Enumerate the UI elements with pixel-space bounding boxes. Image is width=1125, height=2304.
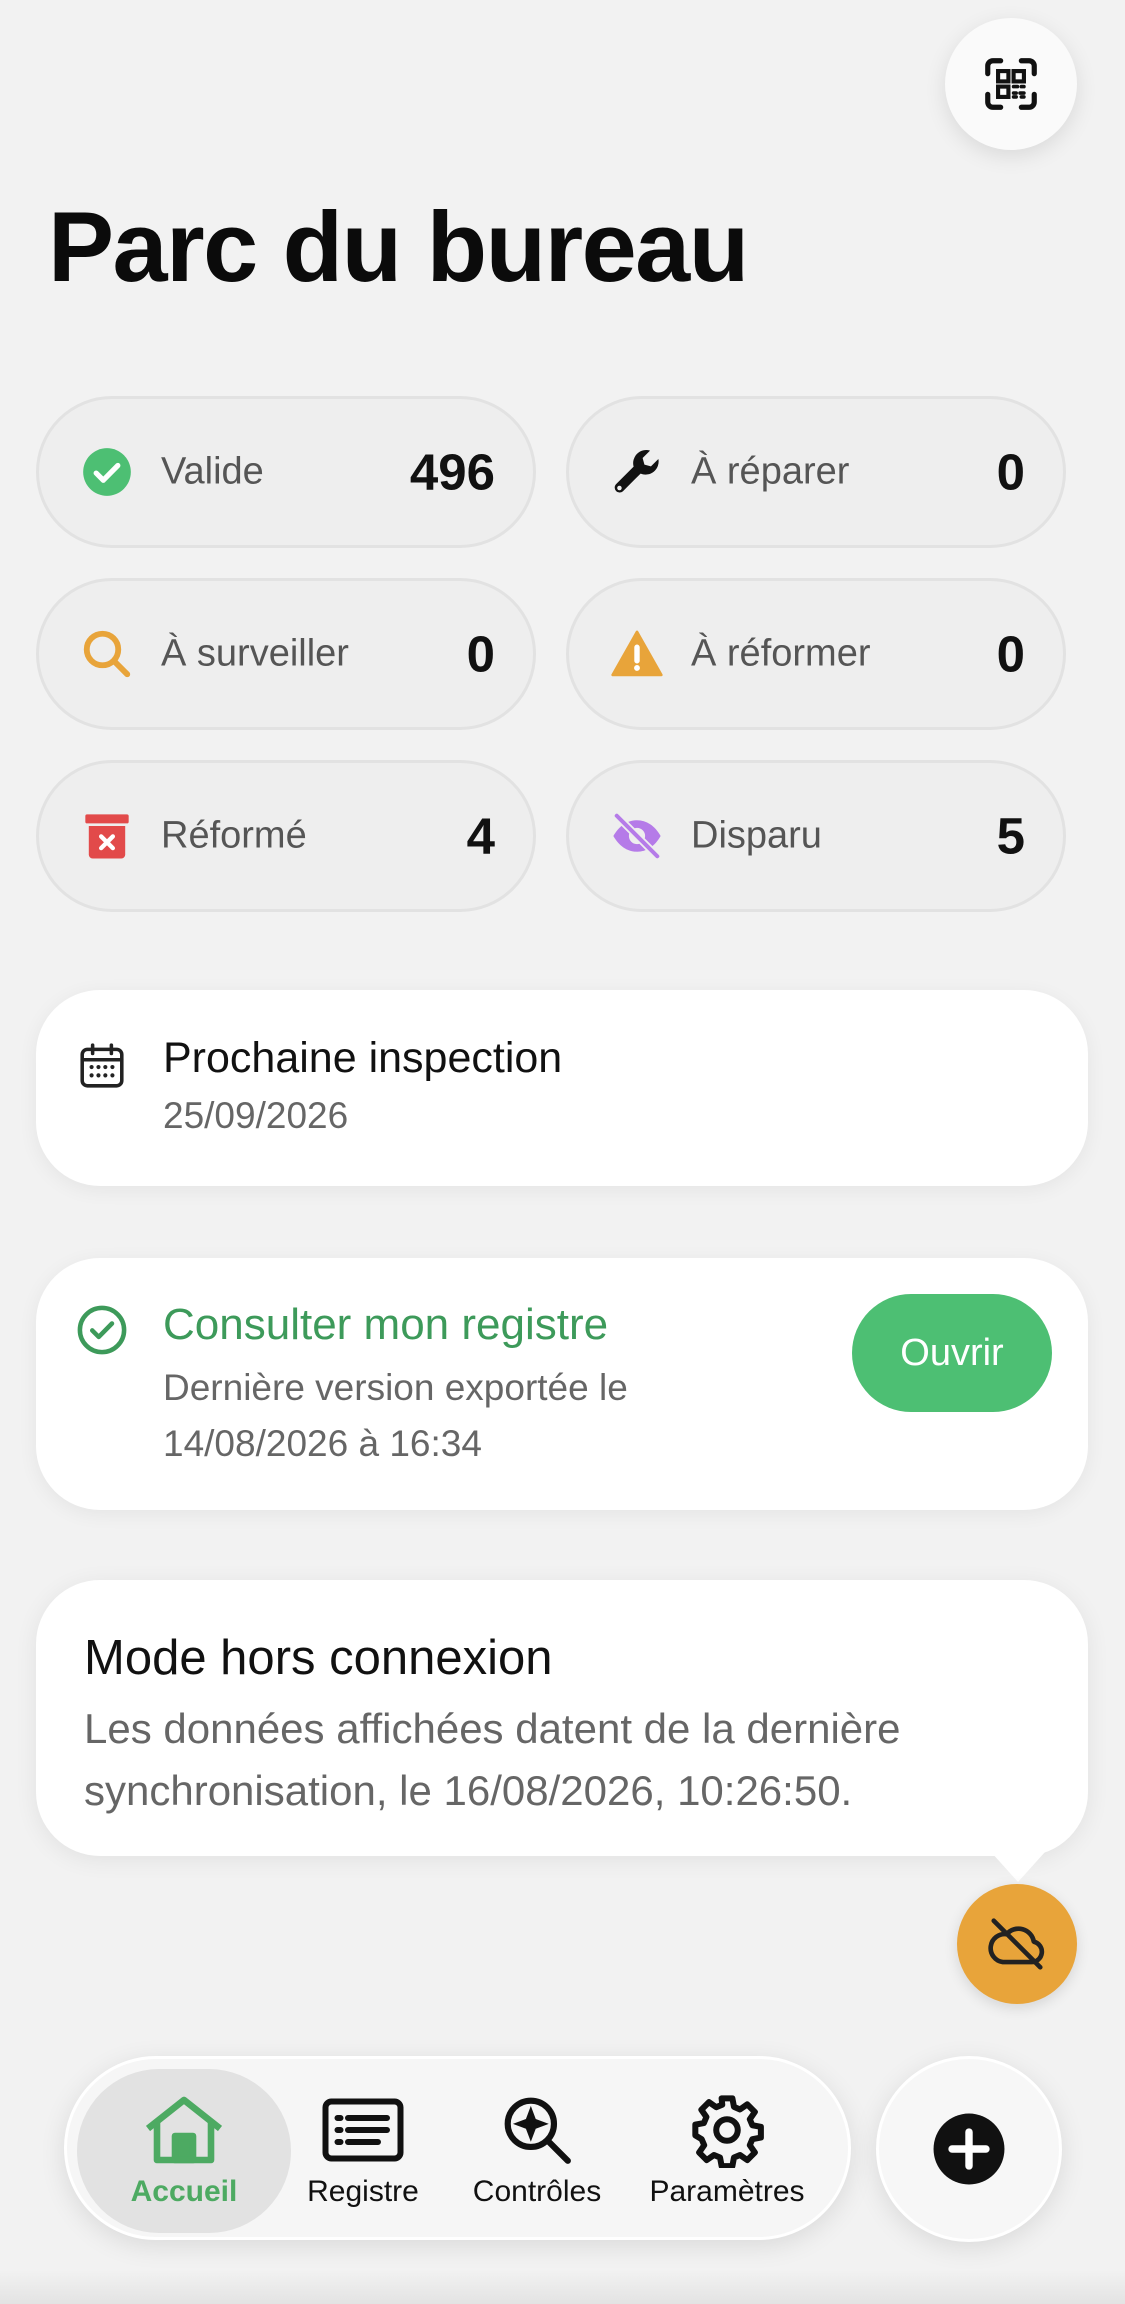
search-icon [79, 626, 135, 682]
add-button[interactable] [876, 2056, 1062, 2242]
stat-value: 5 [996, 807, 1025, 865]
next-inspection-card[interactable]: Prochaine inspection 25/09/2026 [36, 990, 1088, 1186]
stat-a-reparer[interactable]: À réparer 0 [566, 396, 1066, 548]
offline-title: Mode hors connexion [84, 1631, 553, 1685]
tab-label: Contrôles [472, 2175, 602, 2208]
registre-card: Consulter mon registre Dernière version … [36, 1258, 1088, 1510]
stat-a-reformer[interactable]: À réformer 0 [566, 578, 1066, 730]
stat-label: À surveiller [161, 632, 349, 675]
offline-message-line1: Les données affichées datent de la derni… [84, 1705, 901, 1752]
tab-label: Accueil [130, 2175, 238, 2208]
page-title: Parc du bureau [48, 191, 749, 302]
stat-value: 0 [996, 625, 1025, 683]
warning-icon [609, 626, 665, 682]
offline-message-line2: synchronisation, le 16/08/2026, 10:26:50… [84, 1767, 853, 1814]
calendar-icon [74, 1038, 130, 1094]
inspection-date: 25/09/2026 [163, 1095, 349, 1136]
tab-accueil[interactable]: Accueil [77, 2069, 291, 2233]
qr-code-icon [985, 58, 1037, 110]
offline-message: Les données affichées datent de la derni… [84, 1698, 1064, 1822]
stat-value: 496 [409, 443, 495, 501]
check-circle-outline-icon [74, 1302, 130, 1358]
stat-label: À réparer [691, 450, 850, 493]
stat-label: À réformer [691, 632, 871, 675]
stat-label: Réformé [161, 814, 307, 857]
offline-tooltip-arrow [991, 1852, 1045, 1882]
registre-subtitle-line2: 14/08/2026 à 16:34 [163, 1423, 482, 1464]
inspection-title: Prochaine inspection [163, 1034, 563, 1082]
qr-scan-button[interactable] [945, 18, 1077, 150]
registre-subtitle-line1: Dernière version exportée le [163, 1367, 628, 1408]
stat-value: 4 [466, 807, 495, 865]
open-registre-button[interactable]: Ouvrir [852, 1294, 1052, 1412]
home-icon [141, 2093, 227, 2167]
offline-status-button[interactable] [957, 1884, 1077, 2004]
stat-reforme[interactable]: Réformé 4 [36, 760, 536, 912]
list-card-icon [320, 2093, 406, 2167]
check-circle-icon [79, 444, 135, 500]
bottom-edge [0, 2270, 1125, 2304]
eye-off-icon [609, 808, 665, 864]
trash-icon [79, 808, 135, 864]
tab-registre[interactable]: Registre [281, 2059, 445, 2243]
tab-label: Paramètres [649, 2175, 805, 2208]
stat-disparu[interactable]: Disparu 5 [566, 760, 1066, 912]
bottom-tab-bar: Accueil Registre Contrôles Paramètres [64, 2056, 851, 2240]
tab-label: Registre [307, 2175, 419, 2208]
cloud-off-icon [988, 1918, 1045, 1970]
stat-label: Disparu [691, 814, 822, 857]
stat-value: 0 [996, 443, 1025, 501]
offline-tooltip: Mode hors connexion Les données affichée… [36, 1580, 1088, 1856]
stat-value: 0 [466, 625, 495, 683]
wrench-icon [609, 444, 665, 500]
registre-title: Consulter mon registre [163, 1300, 609, 1349]
gear-icon [684, 2093, 770, 2168]
search-sparkle-icon [494, 2093, 580, 2167]
plus-icon [933, 2113, 1005, 2185]
stat-a-surveiller[interactable]: À surveiller 0 [36, 578, 536, 730]
stat-valide[interactable]: Valide 496 [36, 396, 536, 548]
tab-parametres[interactable]: Paramètres [629, 2059, 825, 2243]
stat-label: Valide [161, 450, 264, 493]
tab-controles[interactable]: Contrôles [443, 2059, 631, 2243]
